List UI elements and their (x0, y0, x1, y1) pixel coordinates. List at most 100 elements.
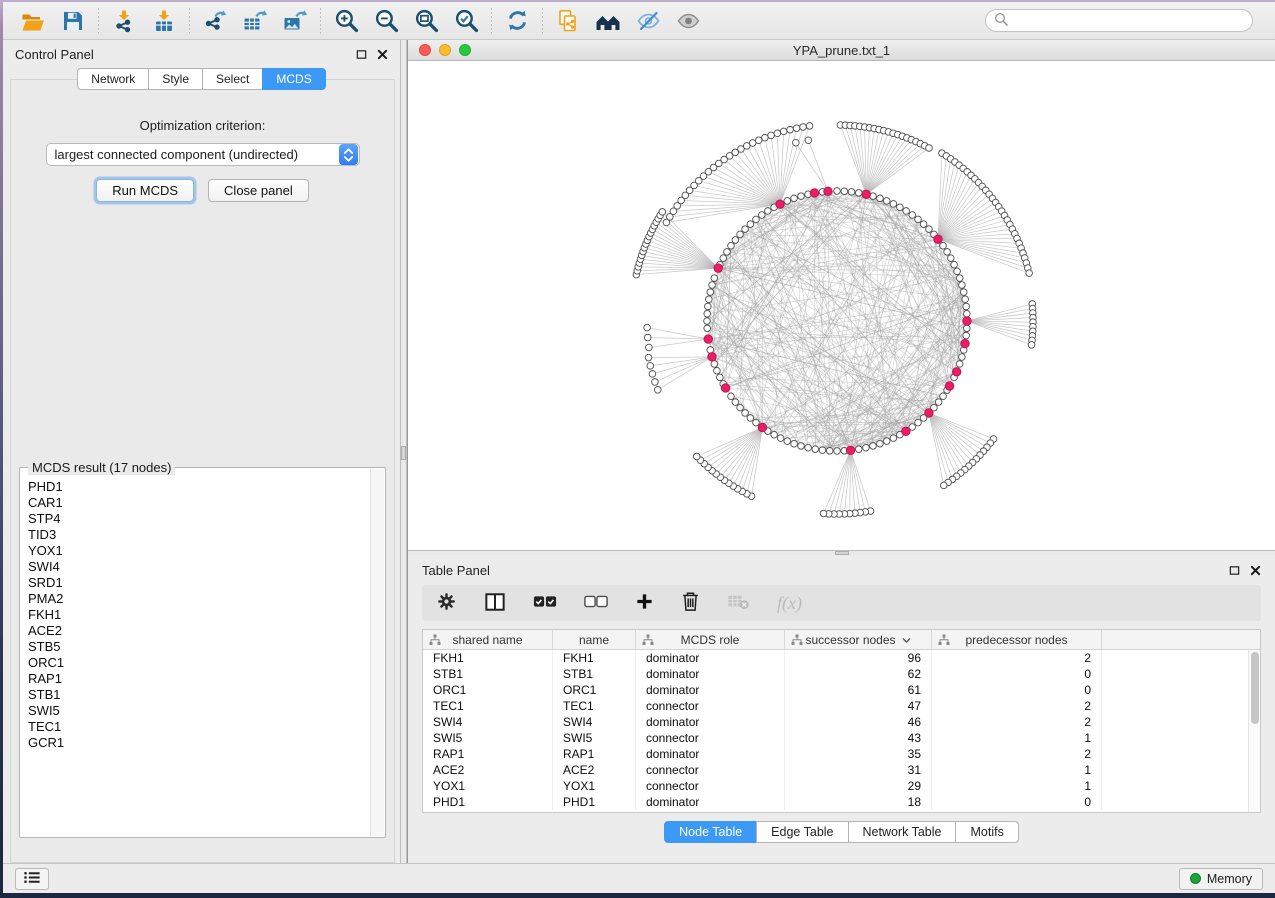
network-node[interactable] (768, 132, 775, 139)
delete-table-button[interactable] (727, 593, 750, 614)
first-neighbors-button[interactable] (588, 5, 628, 37)
network-node[interactable] (720, 255, 727, 262)
network-node[interactable] (787, 126, 794, 133)
network-node[interactable] (944, 249, 951, 256)
network-node[interactable] (959, 354, 966, 361)
memory-button[interactable]: Memory (1179, 868, 1263, 890)
network-node[interactable] (758, 212, 765, 219)
close-panel-icon[interactable] (1250, 565, 1261, 576)
network-node[interactable] (771, 431, 778, 438)
table-row[interactable]: RAP1RAP1dominator352 (423, 746, 1260, 762)
network-node[interactable] (709, 282, 716, 289)
tab-mcds[interactable]: MCDS (262, 68, 325, 90)
mcds-result-item[interactable]: GCR1 (28, 735, 370, 751)
network-node[interactable] (883, 198, 890, 205)
minimize-window-traffic-light[interactable] (439, 44, 451, 56)
mcds-result-item[interactable]: TEC1 (28, 719, 370, 735)
network-node[interactable] (940, 482, 947, 489)
network-node[interactable] (806, 123, 813, 130)
network-node[interactable] (780, 128, 787, 135)
network-node[interactable] (870, 443, 877, 450)
network-node[interactable] (926, 145, 933, 152)
dominator-node[interactable] (945, 382, 953, 390)
deselect-all-rows-button[interactable] (584, 595, 608, 611)
export-image-button[interactable] (275, 5, 315, 37)
select-all-rows-button[interactable] (533, 595, 557, 611)
network-node[interactable] (762, 134, 769, 141)
create-column-button[interactable] (635, 592, 654, 614)
mcds-result-item[interactable]: PMA2 (28, 591, 370, 607)
network-node[interactable] (962, 296, 969, 303)
network-node[interactable] (747, 415, 754, 422)
network-node[interactable] (834, 448, 841, 455)
mcds-result-item[interactable]: ORC1 (28, 655, 370, 671)
network-overview-button[interactable] (548, 5, 588, 37)
network-node[interactable] (646, 344, 653, 351)
network-graph[interactable] (408, 61, 1273, 550)
dominator-node[interactable] (714, 264, 722, 272)
network-node[interactable] (784, 198, 791, 205)
network-node[interactable] (704, 318, 711, 325)
export-network-button[interactable] (195, 5, 235, 37)
network-node[interactable] (753, 419, 760, 426)
mcds-result-item[interactable]: ACE2 (28, 623, 370, 639)
network-node[interactable] (935, 399, 942, 406)
delete-column-button[interactable] (681, 591, 700, 615)
splitter-handle[interactable] (401, 446, 406, 460)
criterion-dropdown[interactable]: largest connected component (undirected) (46, 143, 360, 166)
network-node[interactable] (963, 325, 970, 332)
network-node[interactable] (812, 446, 819, 453)
search-field[interactable] (985, 9, 1253, 32)
dominator-node[interactable] (963, 317, 971, 325)
zoom-fit-button[interactable] (406, 5, 446, 37)
show-panels-button[interactable] (15, 868, 49, 890)
network-node[interactable] (890, 435, 897, 442)
column-header-predecessor-nodes[interactable]: predecessor nodes (932, 630, 1102, 649)
dominator-node[interactable] (846, 446, 854, 454)
dominator-node[interactable] (824, 187, 832, 195)
network-node[interactable] (645, 354, 652, 361)
network-node[interactable] (728, 242, 735, 249)
table-row[interactable]: STB1STB1dominator620 (423, 666, 1260, 682)
horizontal-splitter[interactable] (408, 550, 1275, 555)
table-row[interactable]: PHD1PHD1dominator180 (423, 794, 1260, 810)
table-row[interactable]: SWI5SWI5connector431 (423, 730, 1260, 746)
table-mode-button[interactable] (436, 591, 457, 615)
network-node[interactable] (841, 188, 848, 195)
scrollbar-thumb[interactable] (1251, 652, 1259, 724)
search-input[interactable] (1014, 14, 1244, 28)
mcds-result-item[interactable]: STB5 (28, 639, 370, 655)
network-node[interactable] (855, 446, 862, 453)
dominator-node[interactable] (776, 200, 784, 208)
table-row[interactable]: YOX1YOX1connector291 (423, 778, 1260, 794)
mcds-result-item[interactable]: SRD1 (28, 575, 370, 591)
table-row[interactable]: FKH1FKH1dominator962 (423, 650, 1260, 666)
vertical-splitter[interactable] (400, 40, 407, 863)
tab-node-table[interactable]: Node Table (664, 821, 757, 843)
network-node[interactable] (940, 242, 947, 249)
import-network-button[interactable] (104, 5, 144, 37)
dominator-node[interactable] (704, 335, 712, 343)
network-node[interactable] (940, 393, 947, 400)
network-node[interactable] (774, 130, 781, 137)
dominator-node[interactable] (952, 368, 960, 376)
close-panel-button[interactable]: Close panel (208, 179, 309, 202)
mcds-result-item[interactable]: STP4 (28, 511, 370, 527)
close-panel-icon[interactable] (377, 49, 388, 60)
network-node[interactable] (963, 303, 970, 310)
network-node[interactable] (920, 221, 927, 228)
network-node[interactable] (883, 438, 890, 445)
network-node[interactable] (704, 325, 711, 332)
dominator-node[interactable] (708, 353, 716, 361)
show-all-button[interactable] (668, 5, 708, 37)
network-node[interactable] (717, 374, 724, 381)
float-panel-icon[interactable] (1229, 565, 1240, 576)
network-node[interactable] (644, 324, 651, 331)
network-node[interactable] (956, 361, 963, 368)
network-node[interactable] (877, 195, 884, 202)
network-node[interactable] (791, 440, 798, 447)
tab-edge-table[interactable]: Edge Table (756, 821, 848, 843)
network-node[interactable] (659, 209, 666, 216)
network-node[interactable] (805, 137, 812, 144)
network-node[interactable] (963, 310, 970, 317)
